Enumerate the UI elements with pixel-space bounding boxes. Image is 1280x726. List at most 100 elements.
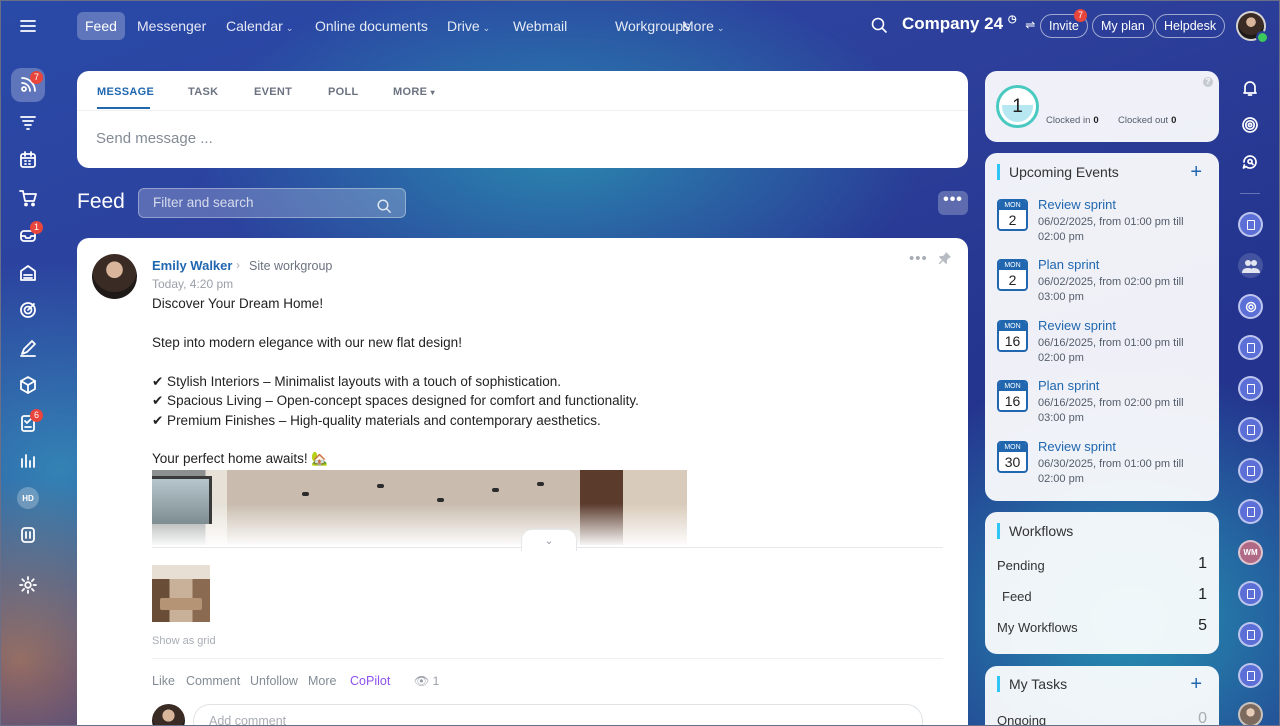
- cart-icon[interactable]: [11, 181, 45, 215]
- post-author[interactable]: Emily Walker: [152, 258, 232, 273]
- nav-online-documents[interactable]: Online documents: [307, 12, 436, 40]
- chat-avatar[interactable]: [1238, 335, 1263, 360]
- expand-chevron-icon[interactable]: ⌄: [521, 529, 577, 551]
- task-row[interactable]: Ongoing 0: [997, 710, 1207, 726]
- copilot-spiral-icon[interactable]: [1237, 112, 1263, 138]
- helpdesk-avatar: HD: [17, 487, 39, 509]
- event-time: 06/02/2025, from 02:00 pm till 03:00 pm: [1038, 276, 1184, 303]
- event-title[interactable]: Review sprint: [1038, 439, 1116, 454]
- post-image[interactable]: [152, 470, 687, 545]
- nav-messenger[interactable]: Messenger: [129, 12, 214, 40]
- post-time[interactable]: Today, 4:20 pm: [152, 277, 233, 291]
- events-title[interactable]: Upcoming Events: [997, 164, 1119, 180]
- message-input[interactable]: Send message ...: [96, 130, 213, 147]
- chat-avatar[interactable]: [1238, 376, 1263, 401]
- settings-gear-icon[interactable]: [11, 568, 45, 602]
- like-button[interactable]: Like: [152, 674, 175, 688]
- feed-filter-search[interactable]: Filter and search: [138, 188, 406, 218]
- event-title[interactable]: Plan sprint: [1038, 257, 1099, 272]
- current-user-avatar: [152, 704, 185, 726]
- add-task-icon[interactable]: +: [1190, 674, 1202, 694]
- store-icon[interactable]: [11, 256, 45, 290]
- status-play-icon: [1256, 31, 1269, 44]
- theme-settings-icon[interactable]: ⇌: [1025, 18, 1035, 32]
- automation-icon[interactable]: [11, 518, 45, 552]
- inbox-icon[interactable]: 1: [11, 218, 45, 252]
- tab-more[interactable]: MORE ▾: [393, 86, 435, 98]
- calendar-nav-icon[interactable]: [11, 143, 45, 177]
- user-photo-avatar[interactable]: [1238, 702, 1263, 726]
- search-icon[interactable]: [871, 17, 888, 37]
- event-item[interactable]: MON 30 Review sprint 06/30/2025, from 01:…: [997, 439, 1207, 497]
- target-icon[interactable]: [11, 293, 45, 327]
- post-destination[interactable]: Site workgroup: [249, 259, 332, 273]
- author-avatar[interactable]: [92, 254, 137, 299]
- my-plan-button[interactable]: My plan: [1092, 14, 1154, 38]
- workflows-title[interactable]: Workflows: [997, 523, 1073, 539]
- box-icon[interactable]: [11, 368, 45, 402]
- crm-funnel-icon[interactable]: [11, 106, 45, 140]
- add-event-icon[interactable]: +: [1190, 162, 1202, 182]
- group-chat-avatar[interactable]: [1238, 253, 1263, 278]
- help-icon[interactable]: ?: [1203, 77, 1213, 87]
- workflow-row[interactable]: Feed 1: [997, 586, 1207, 608]
- tasks-nav-icon[interactable]: 6: [11, 406, 45, 440]
- calendar-weekday: MON: [999, 322, 1026, 331]
- post-text-line: ✔ Spacious Living – Open-concept spaces …: [152, 393, 639, 408]
- sign-pen-icon[interactable]: [11, 331, 45, 365]
- add-comment-input[interactable]: Add comment: [193, 704, 923, 726]
- feed-more-button[interactable]: •••: [938, 191, 968, 215]
- event-title[interactable]: Review sprint: [1038, 318, 1116, 333]
- analytics-icon[interactable]: [11, 443, 45, 477]
- workflow-row[interactable]: My Workflows 5: [997, 617, 1207, 639]
- tab-message[interactable]: MESSAGE: [97, 86, 154, 98]
- menu-icon[interactable]: [11, 9, 45, 43]
- ceiling-light: [437, 498, 444, 502]
- chat-avatar[interactable]: [1238, 499, 1263, 524]
- show-as-grid-link[interactable]: Show as grid: [152, 635, 216, 647]
- copilot-chat-avatar[interactable]: [1238, 294, 1263, 319]
- event-item[interactable]: MON 16 Review sprint 06/16/2025, from 01:…: [997, 318, 1207, 376]
- workflow-count: 1: [1198, 586, 1207, 603]
- feed-nav-icon[interactable]: 7: [11, 68, 45, 102]
- nav-calendar[interactable]: Calendar ⌄: [218, 12, 301, 40]
- event-title[interactable]: Review sprint: [1038, 197, 1116, 212]
- helpdesk-icon[interactable]: HD: [11, 481, 45, 515]
- event-item[interactable]: MON 2 Plan sprint 06/02/2025, from 02:00 …: [997, 257, 1207, 315]
- comment-button[interactable]: Comment: [186, 674, 240, 688]
- company-title[interactable]: Company 24 ◷ ⇌: [902, 14, 1035, 34]
- unfollow-button[interactable]: Unfollow: [250, 674, 298, 688]
- workflow-row[interactable]: Pending 1: [997, 555, 1207, 577]
- nav-more[interactable]: More ⌄: [674, 12, 732, 40]
- user-initials-avatar[interactable]: WM: [1238, 540, 1263, 565]
- chat-avatar[interactable]: [1238, 458, 1263, 483]
- event-item[interactable]: MON 16 Plan sprint 06/16/2025, from 02:00…: [997, 378, 1207, 436]
- chat-search-icon[interactable]: [1237, 149, 1263, 175]
- chat-avatar[interactable]: [1238, 663, 1263, 688]
- search-icon[interactable]: [377, 196, 392, 224]
- calendar-icon: MON 2: [997, 259, 1028, 291]
- photo-window: [152, 476, 212, 524]
- event-item[interactable]: MON 2 Review sprint 06/02/2025, from 01:0…: [997, 197, 1207, 255]
- event-title[interactable]: Plan sprint: [1038, 378, 1099, 393]
- bell-icon[interactable]: [1237, 75, 1263, 101]
- nav-drive[interactable]: Drive ⌄: [439, 12, 498, 40]
- post-menu-icon[interactable]: •••: [909, 250, 928, 267]
- attachment-thumbnail[interactable]: [152, 565, 210, 622]
- tab-task[interactable]: TASK: [188, 86, 218, 98]
- copilot-button[interactable]: CoPilot: [350, 674, 390, 688]
- helpdesk-button[interactable]: Helpdesk: [1155, 14, 1226, 38]
- more-button[interactable]: More: [308, 674, 336, 688]
- tab-event[interactable]: EVENT: [254, 86, 292, 98]
- nav-feed[interactable]: Feed: [77, 12, 125, 40]
- tasks-title[interactable]: My Tasks: [997, 676, 1067, 692]
- chat-avatar[interactable]: [1238, 581, 1263, 606]
- pin-icon[interactable]: [939, 252, 951, 267]
- nav-webmail[interactable]: Webmail: [505, 12, 575, 40]
- chat-avatar[interactable]: [1238, 212, 1263, 237]
- worktime-indicator[interactable]: 1: [996, 85, 1039, 128]
- tab-poll[interactable]: POLL: [328, 86, 359, 98]
- clocked-in-value: 0: [1093, 115, 1099, 126]
- chat-avatar[interactable]: [1238, 417, 1263, 442]
- chat-avatar[interactable]: [1238, 622, 1263, 647]
